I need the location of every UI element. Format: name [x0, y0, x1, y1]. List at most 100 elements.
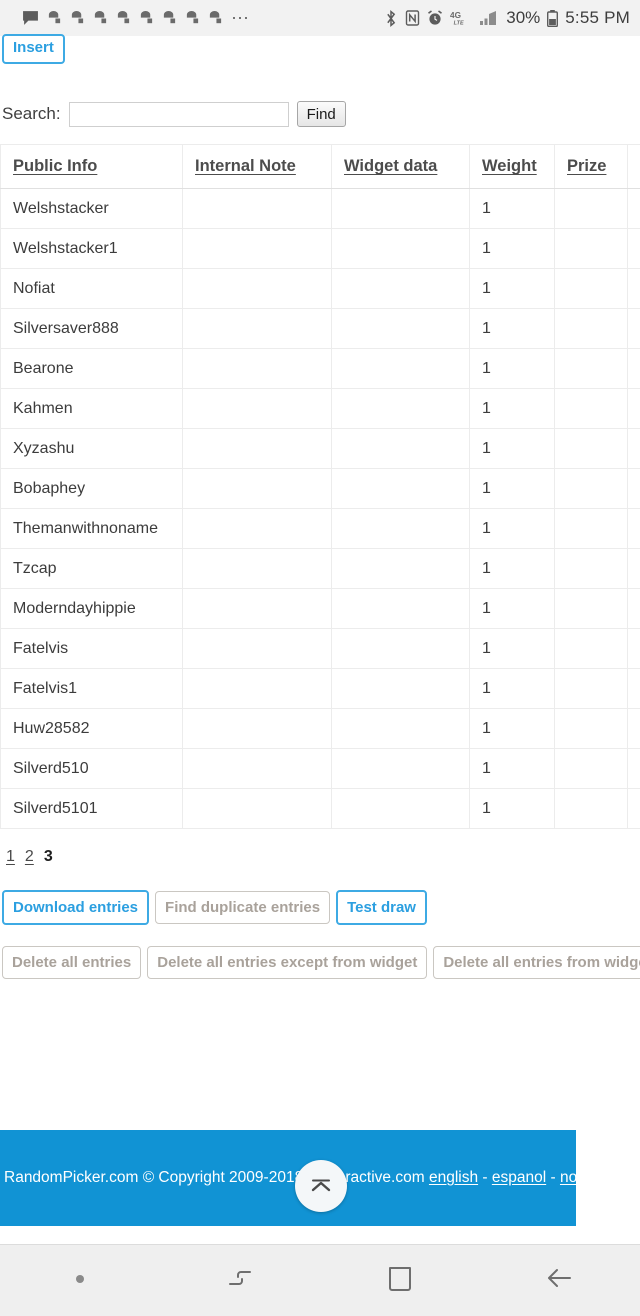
- dot-icon: [74, 1272, 86, 1290]
- status-bar-system-icons: 4G LTE 30% 5:55 PM: [384, 8, 630, 28]
- footer-copyright: RandomPicker.com © Copyright 2009-2018, …: [4, 1169, 425, 1186]
- cell-widget-data: [331, 708, 470, 749]
- cell-public-info: Kahmen: [0, 388, 183, 429]
- cell-extra: [627, 708, 640, 749]
- cell-public-info: Silverd5101: [0, 788, 183, 829]
- cell-prize: [554, 748, 628, 789]
- cell-prize: [554, 668, 628, 709]
- cell-weight: 1: [469, 588, 555, 629]
- page-link-1[interactable]: 1: [6, 848, 15, 866]
- table-row[interactable]: Fatelvis1 1: [0, 668, 640, 709]
- cell-internal-note: [182, 668, 332, 709]
- mobile-network-icon: 4G LTE: [450, 10, 472, 26]
- cell-extra: [627, 588, 640, 629]
- find-button[interactable]: Find: [296, 101, 346, 127]
- cell-weight: 1: [469, 508, 555, 549]
- cell-widget-data: [331, 228, 470, 269]
- table-row[interactable]: Kahmen 1: [0, 388, 640, 429]
- cell-extra: [627, 188, 640, 229]
- table-row[interactable]: Xyzashu 1: [0, 428, 640, 469]
- column-header-widget-data[interactable]: Widget data: [331, 144, 470, 189]
- cell-extra: [627, 508, 640, 549]
- cell-internal-note: [182, 188, 332, 229]
- cell-widget-data: [331, 468, 470, 509]
- cell-extra: [627, 268, 640, 309]
- scroll-to-top-button[interactable]: [295, 1160, 347, 1212]
- cell-prize: [554, 708, 628, 749]
- cell-widget-data: [331, 668, 470, 709]
- page-link-2[interactable]: 2: [25, 848, 34, 866]
- table-row[interactable]: Tzcap 1: [0, 548, 640, 589]
- cell-extra: [627, 468, 640, 509]
- column-header-weight[interactable]: Weight: [469, 144, 555, 189]
- table-row[interactable]: Silverd510 1: [0, 748, 640, 789]
- column-header-prize[interactable]: Prize: [554, 144, 628, 189]
- column-header-public-info[interactable]: Public Info: [0, 144, 183, 189]
- android-nav-bar: [0, 1244, 640, 1316]
- cell-extra: [627, 548, 640, 589]
- cell-internal-note: [182, 228, 332, 269]
- svg-text:LTE: LTE: [454, 20, 464, 26]
- cell-widget-data: [331, 588, 470, 629]
- cell-public-info: Welshstacker: [0, 188, 183, 229]
- footer-lang-english[interactable]: english: [429, 1169, 478, 1186]
- nav-recents-button[interactable]: [160, 1262, 320, 1299]
- insert-button[interactable]: Insert: [2, 34, 65, 64]
- cell-extra: [627, 388, 640, 429]
- table-row[interactable]: Silverd5101 1: [0, 788, 640, 829]
- site-footer: RandomPicker.com © Copyright 2009-2018, …: [0, 1130, 576, 1226]
- cell-public-info: Tzcap: [0, 548, 183, 589]
- cell-internal-note: [182, 588, 332, 629]
- status-bar-notifications: ⋯: [22, 9, 384, 27]
- app-icon: [47, 10, 62, 26]
- nav-dot-button[interactable]: [0, 1272, 160, 1290]
- table-header-row: Public Info Internal Note Widget data We…: [0, 144, 640, 189]
- insert-button-wrap: Insert: [2, 34, 65, 64]
- cell-weight: 1: [469, 268, 555, 309]
- table-row[interactable]: Fatelvis 1: [0, 628, 640, 669]
- column-header-extra[interactable]: [627, 144, 640, 189]
- cell-internal-note: [182, 348, 332, 389]
- footer-content: RandomPicker.com © Copyright 2009-2018, …: [4, 1169, 576, 1187]
- cell-weight: 1: [469, 188, 555, 229]
- footer-lang-third[interactable]: norsk: [560, 1169, 576, 1186]
- delete-all-entries-from-widget-button: Delete all entries from widget: [433, 946, 640, 979]
- cell-public-info: Fatelvis: [0, 628, 183, 669]
- cell-prize: [554, 348, 628, 389]
- test-draw-button[interactable]: Test draw: [336, 890, 427, 925]
- table-row[interactable]: Themanwithnoname 1: [0, 508, 640, 549]
- cell-public-info: Themanwithnoname: [0, 508, 183, 549]
- battery-percent-label: 30%: [506, 8, 541, 27]
- cell-internal-note: [182, 468, 332, 509]
- search-label: Search:: [2, 104, 61, 123]
- alarm-icon: [427, 10, 443, 26]
- table-row[interactable]: Welshstacker1 1: [0, 228, 640, 269]
- cell-public-info: Nofiat: [0, 268, 183, 309]
- table-row[interactable]: Bobaphey 1: [0, 468, 640, 509]
- cell-weight: 1: [469, 308, 555, 349]
- table-row[interactable]: Bearone 1: [0, 348, 640, 389]
- cell-public-info: Xyzashu: [0, 428, 183, 469]
- page-current-3: 3: [43, 848, 53, 865]
- footer-lang-espanol[interactable]: espanol: [492, 1169, 546, 1186]
- cell-prize: [554, 228, 628, 269]
- cell-prize: [554, 388, 628, 429]
- table-row[interactable]: Moderndayhippie 1: [0, 588, 640, 629]
- cell-public-info: Bearone: [0, 348, 183, 389]
- column-header-internal-note[interactable]: Internal Note: [182, 144, 332, 189]
- cell-extra: [627, 348, 640, 389]
- table-row[interactable]: Huw28582 1: [0, 708, 640, 749]
- search-input[interactable]: [68, 101, 289, 127]
- entries-table: Public Info Internal Note Widget data We…: [0, 144, 640, 829]
- cell-weight: 1: [469, 548, 555, 589]
- cell-widget-data: [331, 268, 470, 309]
- cell-public-info: Silversaver888: [0, 308, 183, 349]
- table-row[interactable]: Silversaver888 1: [0, 308, 640, 349]
- nav-home-button[interactable]: [320, 1262, 480, 1299]
- nav-back-button[interactable]: [480, 1263, 640, 1298]
- table-row[interactable]: Welshstacker 1: [0, 188, 640, 229]
- table-row[interactable]: Nofiat 1: [0, 268, 640, 309]
- download-entries-button[interactable]: Download entries: [2, 890, 150, 925]
- entries-table-head: Public Info Internal Note Widget data We…: [0, 144, 640, 189]
- cell-weight: 1: [469, 748, 555, 789]
